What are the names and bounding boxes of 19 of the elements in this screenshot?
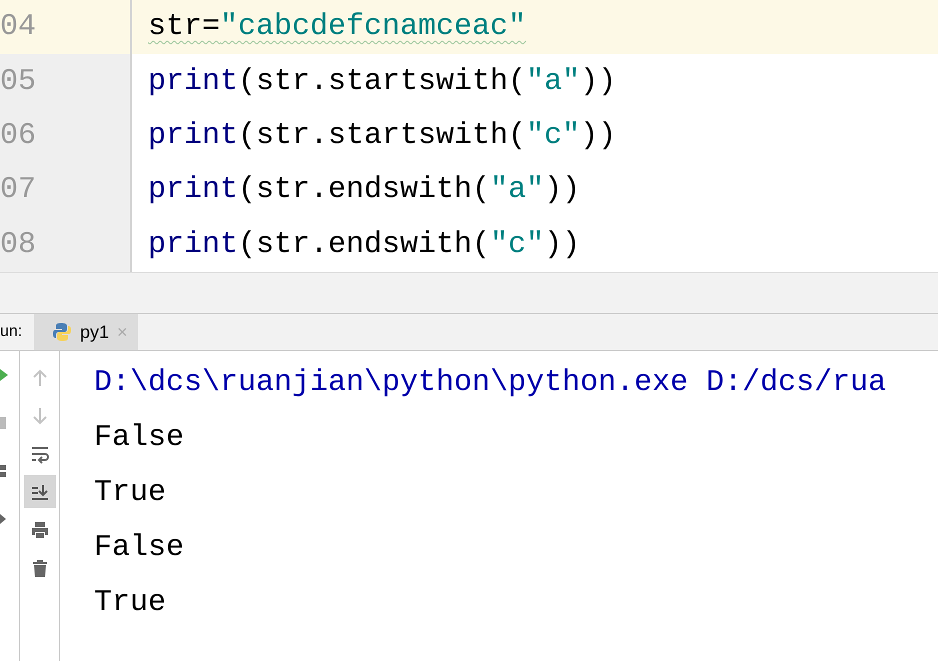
scroll-to-end-button[interactable] <box>24 475 56 508</box>
run-label: un: <box>0 323 24 341</box>
line-number: 08 <box>0 218 132 272</box>
run-tab[interactable]: py1 × <box>34 314 138 350</box>
code-line: print(str.endswith("c")) <box>147 226 582 264</box>
python-icon <box>52 322 72 342</box>
console-output-line: D:\dcs\ruanjian\python\python.exe D:/dcs/rua <box>94 366 886 400</box>
code-line: print(str.endswith("a")) <box>147 172 582 210</box>
line-number: 06 <box>0 108 132 164</box>
printer-icon <box>30 520 50 540</box>
console-output-line: False <box>94 530 184 564</box>
code-line: print(str.startswith("a")) <box>147 64 618 101</box>
code-line: print(str.startswith("c")) <box>147 118 618 156</box>
console-output-line: False <box>94 420 184 454</box>
console-output-line: True <box>94 586 166 620</box>
line-number: 05 <box>0 54 132 109</box>
line-number: 07 <box>0 163 132 218</box>
console-output-line: True <box>94 476 166 510</box>
line-number: 04 <box>0 0 132 54</box>
